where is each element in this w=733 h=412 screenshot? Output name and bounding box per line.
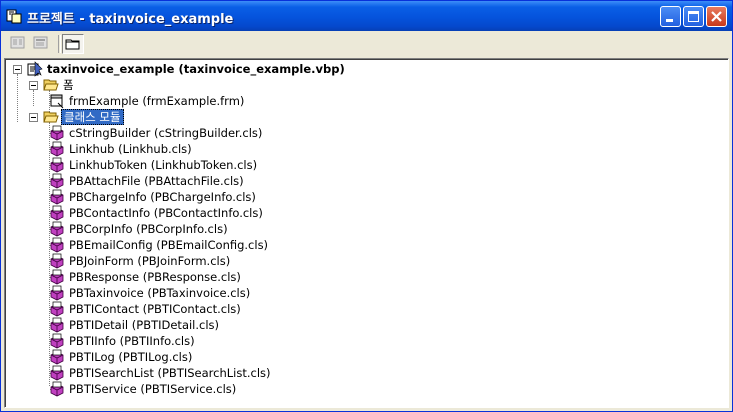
class-module-icon	[50, 253, 64, 269]
tree-item-class[interactable]: PBCorpInfo (PBCorpInfo.cls)	[41, 221, 401, 237]
class-module-icon	[50, 365, 64, 381]
window-title: 프로젝트 - taxinvoice_example	[27, 12, 234, 27]
tree-item-class-label: PBResponse (PBResponse.cls)	[69, 270, 241, 284]
tree-item-class-label: PBTaxinvoice (PBTaxinvoice.cls)	[69, 286, 251, 300]
minimize-button[interactable]	[660, 6, 681, 27]
class-module-icon	[50, 173, 64, 189]
tree-item-class[interactable]: PBResponse (PBResponse.cls)	[41, 269, 401, 285]
toolbar	[4, 31, 729, 57]
tree-item-class-label: Linkhub (Linkhub.cls)	[69, 142, 192, 156]
minimize-icon	[666, 19, 673, 22]
class-module-icon	[50, 285, 64, 301]
tree-item-class[interactable]: LinkhubToken (LinkhubToken.cls)	[41, 157, 401, 173]
class-module-icon	[50, 125, 64, 141]
title-bar[interactable]: 프로젝트 - taxinvoice_example	[1, 1, 732, 31]
classes-folder-label: 클래스 모듈	[61, 109, 124, 125]
tree-item-class[interactable]: PBAttachFile (PBAttachFile.cls)	[41, 173, 401, 189]
tree-item-class-label: PBTIDetail (PBTIDetail.cls)	[69, 318, 220, 332]
tree-item-class-label: PBTIContact (PBTIContact.cls)	[69, 302, 241, 316]
tree-item-classes-folder[interactable]: 클래스 모듈	[25, 109, 325, 125]
tree-item-class-label: cStringBuilder (cStringBuilder.cls)	[69, 126, 263, 140]
tree-line	[17, 74, 18, 122]
class-module-icon	[50, 141, 64, 157]
class-module-icon	[50, 205, 64, 221]
folder-open-icon	[43, 79, 59, 91]
project-explorer-icon	[6, 9, 22, 24]
folder-open-icon	[43, 111, 59, 123]
tree-item-class-label: LinkhubToken (LinkhubToken.cls)	[69, 158, 258, 172]
maximize-icon	[688, 11, 699, 22]
view-object-icon	[33, 36, 48, 49]
class-module-icon	[50, 381, 64, 397]
tree-item-project[interactable]: taxinvoice_example (taxinvoice_example.v…	[9, 61, 409, 77]
tree-item-class-label: PBAttachFile (PBAttachFile.cls)	[69, 174, 244, 188]
class-module-icon	[50, 333, 64, 349]
tree-item-class-label: PBTISearchList (PBTISearchList.cls)	[69, 366, 271, 380]
tree-item-class-label: PBTILog (PBTILog.cls)	[69, 350, 193, 364]
tree-item-class[interactable]: PBEmailConfig (PBEmailConfig.cls)	[41, 237, 401, 253]
maximize-button[interactable]	[683, 6, 704, 27]
tree-item-class[interactable]: PBTISearchList (PBTISearchList.cls)	[41, 365, 401, 381]
toggle-folders-button[interactable]	[62, 34, 84, 54]
toggle-folders-icon	[65, 39, 80, 50]
project-tree[interactable]: taxinvoice_example (taxinvoice_example.v…	[4, 58, 729, 408]
vb-project-icon	[27, 61, 43, 77]
toolbar-separator	[58, 35, 61, 53]
class-module-icon	[50, 269, 64, 285]
forms-folder-label: 폼	[63, 78, 74, 92]
view-code-icon	[10, 36, 25, 49]
tree-item-class[interactable]: Linkhub (Linkhub.cls)	[41, 141, 401, 157]
project-label: taxinvoice_example (taxinvoice_example.v…	[47, 62, 345, 76]
view-code-button[interactable]	[8, 34, 30, 54]
tree-item-class-label: PBEmailConfig (PBEmailConfig.cls)	[69, 238, 269, 252]
tree-item-form-label: frmExample (frmExample.frm)	[69, 94, 245, 108]
tree-item-class[interactable]: PBContactInfo (PBContactInfo.cls)	[41, 205, 401, 221]
tree-item-form[interactable]: frmExample (frmExample.frm)	[41, 93, 401, 109]
class-module-icon	[50, 189, 64, 205]
tree-item-forms-folder[interactable]: 폼	[25, 77, 325, 93]
class-module-icon	[50, 221, 64, 237]
form-icon	[50, 94, 64, 109]
tree-item-class[interactable]: PBTILog (PBTILog.cls)	[41, 349, 401, 365]
tree-item-class-label: PBContactInfo (PBContactInfo.cls)	[69, 206, 263, 220]
tree-item-class[interactable]: PBTIService (PBTIService.cls)	[41, 381, 401, 397]
tree-item-class[interactable]: PBTIDetail (PBTIDetail.cls)	[41, 317, 401, 333]
tree-item-class[interactable]: PBTIContact (PBTIContact.cls)	[41, 301, 401, 317]
class-module-icon	[50, 301, 64, 317]
collapse-icon[interactable]	[29, 81, 38, 90]
tree-item-class[interactable]: PBChargeInfo (PBChargeInfo.cls)	[41, 189, 401, 205]
tree-item-class[interactable]: cStringBuilder (cStringBuilder.cls)	[41, 125, 401, 141]
project-explorer-window: 프로젝트 - taxinvoice_example taxinvoice_exa…	[0, 0, 733, 412]
tree-item-class-label: PBJoinForm (PBJoinForm.cls)	[69, 254, 231, 268]
view-object-button[interactable]	[31, 34, 53, 54]
collapse-icon[interactable]	[29, 113, 38, 122]
close-button[interactable]	[706, 6, 727, 27]
collapse-icon[interactable]	[13, 65, 22, 74]
class-module-icon	[50, 317, 64, 333]
class-module-icon	[50, 349, 64, 365]
class-module-icon	[50, 157, 64, 173]
tree-item-class[interactable]: PBTaxinvoice (PBTaxinvoice.cls)	[41, 285, 401, 301]
tree-item-class[interactable]: PBJoinForm (PBJoinForm.cls)	[41, 253, 401, 269]
tree-item-class-label: PBTIService (PBTIService.cls)	[69, 382, 237, 396]
tree-item-class[interactable]: PBTIInfo (PBTIInfo.cls)	[41, 333, 401, 349]
class-module-icon	[50, 237, 64, 253]
tree-item-class-label: PBChargeInfo (PBChargeInfo.cls)	[69, 190, 256, 204]
close-icon	[711, 11, 722, 22]
tree-item-class-label: PBTIInfo (PBTIInfo.cls)	[69, 334, 195, 348]
tree-item-class-label: PBCorpInfo (PBCorpInfo.cls)	[69, 222, 228, 236]
